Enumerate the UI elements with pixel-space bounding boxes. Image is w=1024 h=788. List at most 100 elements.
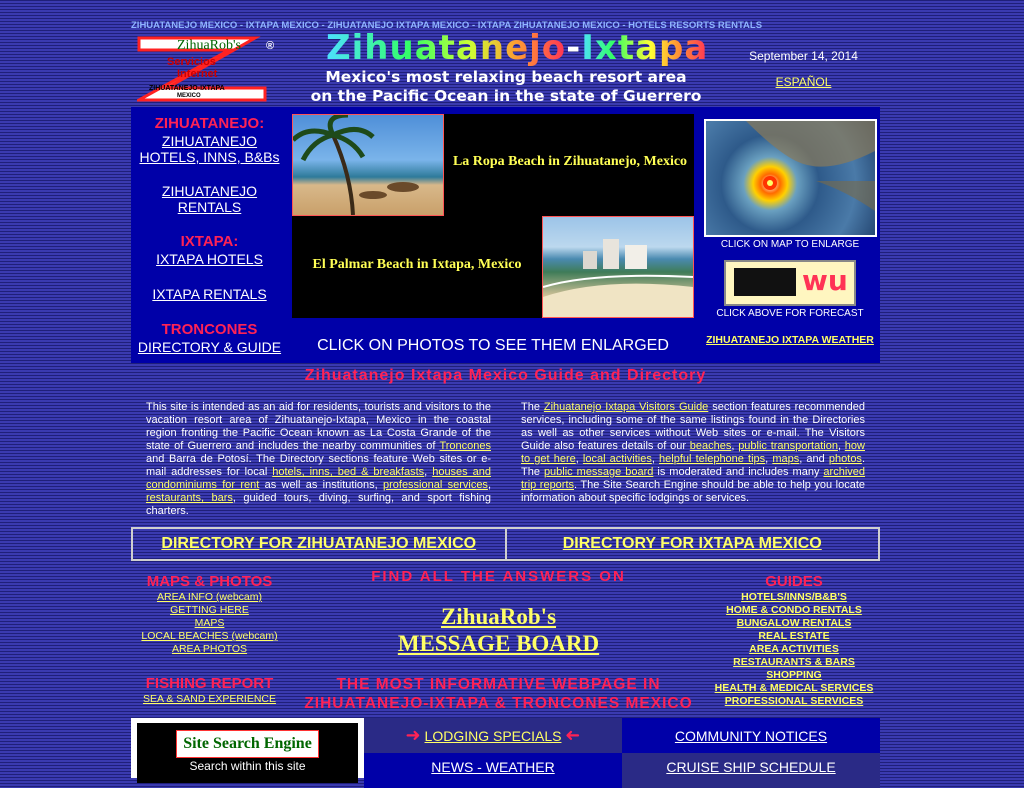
area-info-link[interactable]: AREA INFO (webcam) — [131, 591, 288, 604]
guide-real-estate-link[interactable]: REAL ESTATE — [709, 630, 879, 643]
intro-text: , and — [799, 453, 829, 465]
weather-map[interactable] — [704, 119, 877, 237]
message-board-block: ZihuaRob's MESSAGE BOARD — [296, 603, 701, 657]
hotels-inns-link[interactable]: hotels, inns, bed & breakfasts — [272, 466, 424, 478]
guide-professional-link[interactable]: PROFESSIONAL SERVICES — [709, 695, 879, 708]
el-palmar-beach-photo[interactable] — [542, 216, 694, 318]
left-nav: ZIHUATANEJO: ZIHUATANEJO HOTELS, INNS, B… — [131, 113, 288, 355]
intro-text: is moderated and includes many — [653, 466, 824, 478]
tagline-line2: on the Pacific Ocean in the state of Gue… — [310, 87, 702, 105]
guide-hotels-link[interactable]: HOTELS/INNS/B&B'S — [709, 591, 879, 604]
page-wrapper: ZIHUATANEJO MEXICO - IXTAPA MEXICO - ZIH… — [131, 0, 880, 788]
fishing-report-heading: FISHING REPORT — [145, 675, 274, 692]
lodging-specials-link[interactable]: LODGING SPECIALS — [425, 728, 562, 744]
logo-servicios: Servicios — [167, 56, 216, 68]
local-activities-link[interactable]: local activities — [583, 453, 652, 465]
weather-panel: CLICK ON MAP TO ENLARGE wu CLICK ABOVE F… — [704, 119, 877, 348]
guide-restaurants-link[interactable]: RESTAURANTS & BARS — [709, 656, 879, 669]
telephone-tips-link[interactable]: helpful telephone tips — [659, 453, 765, 465]
map-enlarge-note: CLICK ON MAP TO ENLARGE — [720, 239, 860, 250]
arrow-left-icon: ➜ — [565, 725, 581, 745]
guide-area-activities-link[interactable]: AREA ACTIVITIES — [709, 643, 879, 656]
informative-line1: THE MOST INFORMATIVE WEBPAGE IN — [336, 676, 661, 693]
arrow-right-icon: ➜ — [405, 725, 421, 745]
professional-services-link[interactable]: professional services — [383, 479, 488, 491]
guides-heading: GUIDES — [765, 573, 823, 590]
photos-enlarge-note: CLICK ON PHOTOS TO SEE THEM ENLARGED — [317, 337, 669, 354]
ixtapa-hotels-link[interactable]: IXTAPA HOTELS — [131, 251, 288, 267]
zihuatanejo-hotels-link[interactable]: ZIHUATANEJO HOTELS, INNS, B&Bs — [131, 133, 288, 165]
restaurants-bars-link[interactable]: restaurants, bars — [146, 492, 233, 504]
photos-link[interactable]: photos — [829, 453, 862, 465]
getting-here-link[interactable]: GETTING HERE — [131, 604, 288, 617]
intro-text: , — [651, 453, 660, 465]
beaches-link[interactable]: beaches — [690, 440, 732, 452]
guide-title: Zihuatanejo Ixtapa Mexico Guide and Dire… — [304, 367, 707, 384]
weather-underground-badge[interactable]: wu — [724, 260, 856, 306]
current-date: September 14, 2014 — [749, 49, 858, 63]
area-photos-link[interactable]: AREA PHOTOS — [131, 643, 288, 656]
logo-country: MEXICO — [177, 93, 201, 99]
ixtapa-rentals-link[interactable]: IXTAPA RENTALS — [131, 286, 288, 302]
message-board-line2: MESSAGE BOARD — [397, 631, 600, 656]
intro-text: , — [837, 440, 845, 452]
la-ropa-beach-photo[interactable] — [292, 114, 444, 216]
zihuatanejo-rentals-link[interactable]: ZIHUATANEJO RENTALS — [131, 183, 288, 215]
intro-paragraph-left: This site is intended as an aid for resi… — [146, 401, 491, 518]
wu-badge-dark-panel — [734, 268, 796, 296]
sea-sand-link[interactable]: SEA & SAND EXPERIENCE — [131, 693, 288, 706]
title-ixtapa: Ixtapa — [581, 28, 709, 68]
site-title: Zihuatanejo-Ixtapa — [326, 28, 707, 68]
message-board-line1: ZihuaRob's — [440, 604, 557, 629]
maps-link[interactable]: maps — [772, 453, 799, 465]
weather-link[interactable]: ZIHUATANEJO IXTAPA WEATHER — [706, 334, 874, 346]
logo-name: ZihuaRob's — [177, 38, 241, 53]
visitors-guide-link[interactable]: Zihuatanejo Ixtapa Visitors Guide — [544, 401, 708, 413]
directory-ixtapa-cell: DIRECTORY FOR IXTAPA MEXICO — [504, 529, 879, 559]
cruise-schedule-link[interactable]: CRUISE SHIP SCHEDULE — [666, 759, 835, 775]
guide-bungalow-link[interactable]: BUNGALOW RENTALS — [709, 617, 879, 630]
directory-zihuatanejo-link[interactable]: DIRECTORY FOR ZIHUATANEJO MEXICO — [161, 535, 476, 553]
site-search-subtitle: Search within this site — [189, 759, 306, 773]
site-search-box: Site Search Engine Search within this si… — [131, 718, 364, 783]
el-palmar-caption: El Palmar Beach in Ixtapa, Mexico — [312, 257, 522, 272]
directory-zihuatanejo-cell: DIRECTORY FOR ZIHUATANEJO MEXICO — [133, 529, 505, 559]
troncones-link[interactable]: Troncones — [439, 440, 491, 452]
maps-photos-heading: MAPS & PHOTOS — [146, 573, 273, 590]
find-answers-heading: FIND ALL THE ANSWERS ON — [371, 568, 626, 585]
search-panel: Site Search Engine Search within this si… — [137, 723, 358, 783]
news-weather-link[interactable]: NEWS - WEATHER — [431, 759, 554, 775]
intro-text: , — [424, 466, 433, 478]
photo-panel: La Ropa Beach in Zihuatanejo, Mexico El … — [292, 114, 694, 318]
site-search-title: Site Search Engine — [176, 730, 319, 758]
site-logo[interactable]: ZihuaRob's Servicios Internet ZIHUATANEJ… — [133, 36, 267, 102]
local-beaches-link[interactable]: LOCAL BEACHES (webcam) — [131, 630, 288, 643]
intro-text: The — [521, 401, 544, 413]
forecast-note: CLICK ABOVE FOR FORECAST — [716, 308, 864, 319]
hurricane-satellite-illustration — [746, 121, 875, 211]
public-transportation-link[interactable]: public transportation — [738, 440, 838, 452]
palm-tree-illustration — [293, 115, 419, 215]
guide-health-link[interactable]: HEALTH & MEDICAL SERVICES — [709, 682, 879, 695]
message-board-link[interactable]: ZihuaRob's MESSAGE BOARD — [398, 604, 599, 656]
tagline: Mexico's most relaxing beach resort area… — [291, 68, 721, 106]
guide-shopping-link[interactable]: SHOPPING — [709, 669, 879, 682]
guide-home-condo-link[interactable]: HOME & CONDO RENTALS — [709, 604, 879, 617]
lodging-specials-cell: ➜ LODGING SPECIALS ➜ — [364, 718, 622, 753]
logo-internet: Internet — [177, 68, 218, 80]
directory-row: DIRECTORY FOR ZIHUATANEJO MEXICO DIRECTO… — [131, 527, 880, 561]
maps-nav-link[interactable]: MAPS — [131, 617, 288, 630]
espanol-link[interactable]: ESPAÑOL — [776, 75, 832, 89]
title-dash: - — [566, 28, 582, 68]
troncones-directory-link[interactable]: DIRECTORY & GUIDE — [131, 339, 288, 355]
zihuatanejo-heading: ZIHUATANEJO: — [154, 115, 265, 132]
directory-ixtapa-link[interactable]: DIRECTORY FOR IXTAPA MEXICO — [563, 535, 822, 553]
public-message-board-link[interactable]: public message board — [544, 466, 653, 478]
feature-band: ZIHUATANEJO: ZIHUATANEJO HOTELS, INNS, B… — [131, 107, 880, 363]
troncones-heading: TRONCONES — [161, 321, 258, 338]
community-notices-cell: COMMUNITY NOTICES — [622, 718, 880, 753]
title-zihuatanejo: Zihuatanejo — [326, 28, 567, 68]
community-notices-link[interactable]: COMMUNITY NOTICES — [675, 728, 827, 744]
intro-text: , — [575, 453, 583, 465]
hotel-buildings-illustration — [543, 239, 693, 317]
